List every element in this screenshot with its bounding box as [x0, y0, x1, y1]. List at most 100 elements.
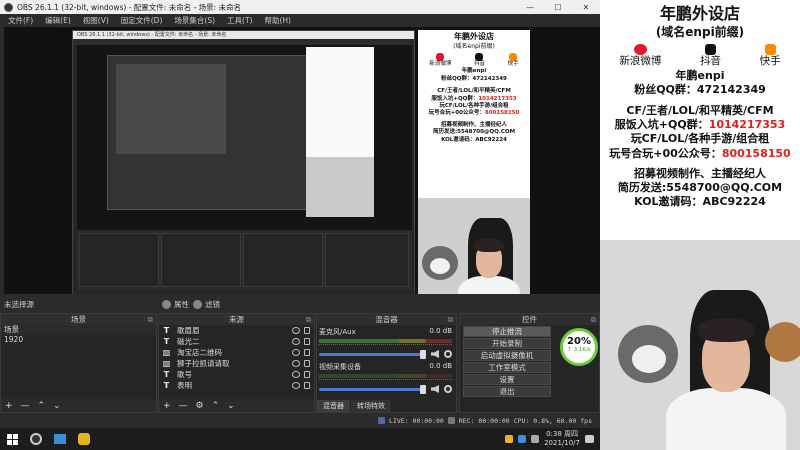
filter-icon: [193, 299, 202, 309]
ad-line3: 玩CF/LOL/各种手游/组合租: [630, 132, 770, 146]
social-label: 新浪微博: [619, 55, 662, 68]
lock-icon[interactable]: [304, 371, 310, 378]
slider-knob[interactable]: [420, 349, 426, 359]
text-icon: T: [163, 370, 170, 379]
maximize-button[interactable]: ☐: [544, 3, 572, 12]
source-item[interactable]: T 歌眉眉: [159, 325, 314, 336]
lock-icon[interactable]: [304, 338, 310, 345]
menu-bar: 文件(F) 编辑(E) 视图(V) 固定文件(D) 场景集合(S) 工具(T) …: [0, 14, 600, 26]
gear-icon[interactable]: [444, 350, 452, 358]
eye-icon[interactable]: [292, 327, 300, 334]
add-icon[interactable]: +: [163, 401, 171, 411]
tab-mixer[interactable]: 混音器: [317, 400, 351, 412]
source-item[interactable]: T 磁光二: [159, 336, 314, 347]
preview-canvas[interactable]: OBS 26.1.1 (32-bit, windows) - 配置文件: 未命名…: [4, 27, 600, 294]
tray-volume-icon[interactable]: [531, 435, 540, 443]
app2-taskbar-button[interactable]: [72, 428, 96, 450]
dock-close-icon[interactable]: ⧉: [148, 314, 153, 325]
menu-help[interactable]: 帮助(H): [258, 15, 297, 26]
start-button[interactable]: [0, 428, 24, 450]
lock-icon[interactable]: [304, 327, 310, 334]
lock-icon[interactable]: [304, 349, 310, 356]
scene-item[interactable]: 场景: [1, 325, 156, 335]
menu-tools[interactable]: 工具(T): [221, 15, 258, 26]
clock[interactable]: 0:38 周四 2021/10/7: [544, 430, 580, 448]
cpu-fps: CPU: 0.8%, 60.00 fps: [513, 416, 592, 425]
start-recording-button[interactable]: 开始录制: [463, 338, 551, 349]
virtual-camera-button[interactable]: 启动虚拟摄像机: [463, 350, 551, 361]
eye-icon[interactable]: [292, 382, 300, 389]
remove-icon[interactable]: —: [179, 401, 188, 411]
title-bar[interactable]: OBS 26.1.1 (32-bit, windows) - 配置文件: 未命名…: [0, 0, 600, 14]
lock-icon[interactable]: [304, 382, 310, 389]
obs-taskbar-button[interactable]: [24, 428, 48, 450]
preview-social-douyin: 抖音: [474, 52, 485, 68]
exit-button[interactable]: 退出: [463, 386, 551, 397]
controls-dock: 控件 ⧉ 停止推流 开始录制 启动虚拟摄像机 工作室模式 设置 退出 20% ↑ …: [459, 313, 600, 413]
text-icon: T: [163, 337, 170, 346]
up-icon[interactable]: ⌃: [38, 401, 46, 411]
menu-scene-collection[interactable]: 场景集合(S): [168, 15, 221, 26]
nested-scenes-dock: [79, 233, 159, 287]
status-bar: LIVE: 00:00:00 REC: 00:00:00 CPU: 0.8%, …: [0, 413, 600, 428]
source-item[interactable]: T 歌号: [159, 369, 314, 380]
eye-icon[interactable]: [292, 338, 300, 345]
eye-icon[interactable]: [292, 360, 300, 367]
filters-button[interactable]: 滤镜: [193, 299, 220, 310]
down-icon[interactable]: ⌄: [227, 401, 235, 411]
dock-close-icon[interactable]: ⧉: [448, 314, 453, 325]
menu-view[interactable]: 视图(V): [77, 15, 115, 26]
weibo-icon: [633, 44, 647, 56]
preview-ad-line2a: 服饭入坑+QQ群：: [431, 95, 479, 102]
volume-slider[interactable]: [319, 349, 426, 359]
preview-ad-panel: 年鹏外设店 (域名enpi前缀) 新浪微博 抖音 快手 年鹏enpi 粉丝QQ群…: [418, 30, 530, 198]
scene-item[interactable]: 1920: [1, 335, 156, 345]
tray-network-icon[interactable]: [518, 435, 527, 443]
notification-icon[interactable]: [585, 435, 594, 443]
ad-line7: KOL邀请码：ABC92224: [634, 195, 766, 209]
gear-icon[interactable]: [444, 385, 452, 393]
no-source-label: 未选择源: [4, 299, 34, 309]
settings-button[interactable]: 设置: [463, 374, 551, 385]
scenes-footer: + — ⌃ ⌄: [1, 399, 156, 412]
source-item[interactable]: ▧ 淘宝店二维码: [159, 347, 314, 358]
volume-slider[interactable]: [319, 384, 426, 394]
source-item[interactable]: ▧ 狮子拉抓请请取: [159, 358, 314, 369]
sources-dock-header: 来源 ⧉: [159, 314, 314, 325]
tab-transitions[interactable]: 转场特效: [351, 400, 392, 412]
ad-line2: 服饭入坑+QQ群：1014217353: [600, 118, 800, 132]
app-taskbar-button[interactable]: [48, 428, 72, 450]
studio-mode-button[interactable]: 工作室模式: [463, 362, 551, 373]
ad-line2b: 1014217353: [708, 117, 786, 131]
down-icon[interactable]: ⌄: [53, 401, 61, 411]
speaker-icon[interactable]: [431, 385, 439, 393]
minimize-button[interactable]: —: [516, 3, 544, 12]
lock-icon[interactable]: [304, 360, 310, 367]
source-item[interactable]: T 表明: [159, 380, 314, 391]
source-label: 歌号: [177, 370, 192, 379]
stop-streaming-button[interactable]: 停止推流: [463, 326, 551, 337]
eye-icon[interactable]: [292, 349, 300, 356]
close-button[interactable]: ✕: [572, 3, 600, 12]
menu-dock[interactable]: 固定文件(D): [115, 15, 169, 26]
remove-icon[interactable]: —: [21, 401, 30, 411]
gear-icon[interactable]: ⚙: [196, 401, 204, 411]
up-icon[interactable]: ⌃: [212, 401, 220, 411]
dock-close-icon[interactable]: ⧉: [591, 314, 596, 325]
menu-edit[interactable]: 编辑(E): [39, 15, 77, 26]
eye-icon[interactable]: [292, 371, 300, 378]
mixer-channel-mic: 麦克风/Aux 0.0 dB: [319, 327, 452, 359]
nested-sources-dock: [161, 233, 241, 287]
dock-close-icon[interactable]: ⧉: [306, 314, 311, 325]
speaker-icon[interactable]: [431, 350, 439, 358]
image-icon: ▧: [162, 348, 171, 357]
live-timer: LIVE: 00:00:00: [389, 416, 444, 425]
menu-file[interactable]: 文件(F): [2, 15, 39, 26]
tray-app-icon[interactable]: [505, 435, 514, 443]
slider-knob[interactable]: [420, 384, 426, 394]
properties-button[interactable]: 属性: [162, 299, 189, 310]
ad-fans: 粉丝QQ群：472142349: [634, 83, 766, 97]
obs-logo-icon: [4, 2, 13, 12]
add-icon[interactable]: +: [5, 401, 13, 411]
nested-ad-panel: [306, 47, 374, 157]
